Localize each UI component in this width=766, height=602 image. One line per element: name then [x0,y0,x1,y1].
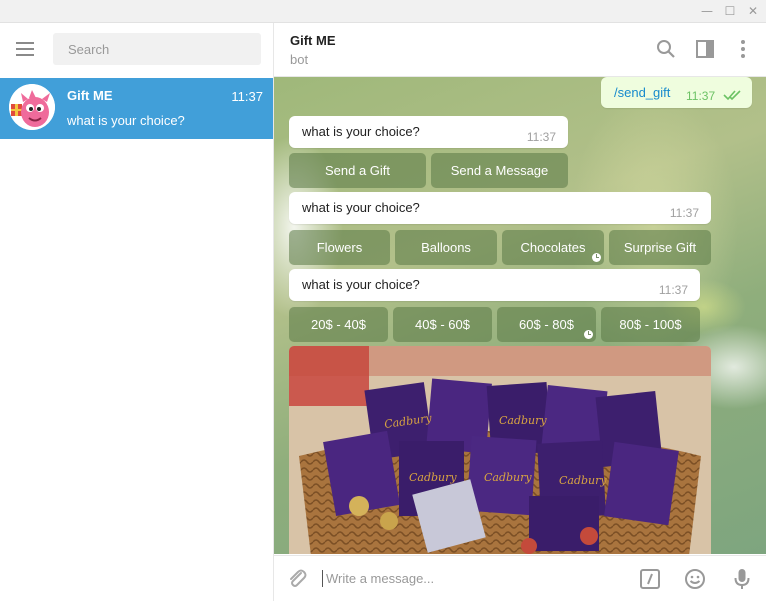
bot-command-icon[interactable] [638,567,662,591]
incoming-message: what is your choice? 11:37 [289,192,711,224]
incoming-message: what is your choice? 11:37 [289,116,568,148]
search-input[interactable] [66,41,260,58]
pink-monster-avatar-icon [9,84,55,130]
inline-button-label: Surprise Gift [623,240,697,255]
inline-button-60-80[interactable]: 60$ - 80$ [497,307,596,342]
window-titlebar: — ☐ ✕ [0,0,766,23]
inline-button-send-message[interactable]: Send a Message [431,153,568,188]
microphone-icon[interactable] [730,567,754,591]
double-check-icon [723,88,743,106]
basket-of-cadbury-chocolates-image[interactable]: Cadbury Cadbury Cadbury Cadbury Cadbury [289,346,711,554]
message-time: 11:37 [526,130,556,144]
inline-button-surprise-gift[interactable]: Surprise Gift [609,230,711,265]
cadbury-wrapper-label: Cadbury [409,471,457,484]
incoming-message: what is your choice? 11:37 [289,269,700,301]
more-vertical-icon[interactable] [732,38,754,60]
inline-button-20-40[interactable]: 20$ - 40$ [289,307,388,342]
inline-button-chocolates[interactable]: Chocolates [502,230,604,265]
close-button[interactable]: ✕ [746,4,760,18]
peer-name[interactable]: Gift ME [290,33,336,48]
inline-button-label: 60$ - 80$ [519,317,574,332]
attach-icon[interactable] [285,567,309,591]
inline-button-label: 40$ - 60$ [415,317,470,332]
conversation-header: Gift ME bot [274,23,766,77]
inline-button-label: 80$ - 100$ [619,317,682,332]
message-composer [274,555,766,602]
message-time: 11:37 [669,206,699,220]
sidebar-toggle-icon[interactable] [694,38,716,60]
peer-status: bot [290,52,309,67]
outgoing-message: /send_gift 11:37 [601,77,752,108]
outgoing-message-time: 11:37 [686,89,716,103]
cadbury-wrapper-label: Cadbury [484,471,532,484]
chat-list-item-name: Gift ME [67,88,113,103]
chat-list-sidebar: Gift ME 11:37 what is your choice? [0,23,274,601]
pending-clock-icon [584,330,593,339]
message-text: what is your choice? [302,124,420,139]
chat-list-item-preview: what is your choice? [67,113,185,128]
inline-button-send-gift[interactable]: Send a Gift [289,153,426,188]
chat-list-item-gift-me[interactable]: Gift ME 11:37 what is your choice? [0,78,273,139]
inline-button-40-60[interactable]: 40$ - 60$ [393,307,492,342]
search-icon[interactable] [655,38,677,60]
message-input[interactable] [322,570,628,587]
cadbury-wrapper-label: Cadbury [499,414,547,427]
chat-list-item-time: 11:37 [231,89,263,104]
pending-clock-icon [592,253,601,262]
message-text: what is your choice? [302,277,420,292]
minimize-button[interactable]: — [700,4,714,18]
inline-button-flowers[interactable]: Flowers [289,230,390,265]
message-history[interactable]: /send_gift 11:37 what is your choice? 11… [274,77,766,554]
inline-button-label: 20$ - 40$ [311,317,366,332]
cadbury-wrapper-label: Cadbury [559,474,607,487]
inline-button-label: Chocolates [520,240,586,255]
search-box[interactable] [53,33,261,65]
message-time: 11:37 [658,283,688,297]
message-text: what is your choice? [302,200,420,215]
hamburger-menu-icon[interactable] [16,42,36,56]
inline-button-80-100[interactable]: 80$ - 100$ [601,307,700,342]
emoji-icon[interactable] [683,567,707,591]
maximize-button[interactable]: ☐ [723,4,737,18]
outgoing-message-text[interactable]: /send_gift [614,85,670,100]
inline-button-balloons[interactable]: Balloons [395,230,497,265]
inline-button-label: Balloons [421,240,471,255]
inline-button-label: Flowers [316,240,363,255]
